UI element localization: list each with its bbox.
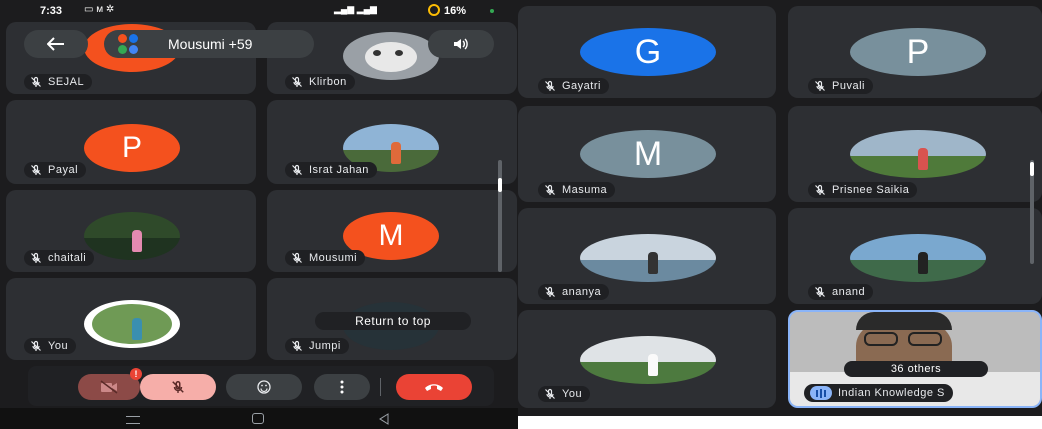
more-options-button[interactable] <box>314 374 370 400</box>
participant-tile[interactable]: Return to top Jumpi <box>267 278 517 360</box>
scrollbar-thumb[interactable] <box>1030 162 1034 176</box>
participants-label: Mousumi +59 <box>168 36 253 52</box>
mic-off-icon <box>31 164 41 175</box>
participant-avatars <box>114 33 144 55</box>
mic-off-icon <box>815 286 825 297</box>
mic-off-icon <box>815 184 825 195</box>
scrollbar[interactable] <box>498 160 502 272</box>
camera-toggle-button[interactable]: ! <box>78 368 142 400</box>
notification-icons: ▭ ᴍ ✲ <box>84 4 115 15</box>
name-label: chaitali <box>24 250 95 266</box>
name-label: ananya <box>538 284 610 300</box>
mic-off-icon <box>292 164 302 175</box>
end-call-button[interactable] <box>396 374 472 400</box>
name-label: Jumpi <box>285 338 349 354</box>
mic-off-icon <box>815 80 825 91</box>
control-bar: ! <box>28 366 494 406</box>
mic-off-icon <box>545 388 555 399</box>
participant-tile[interactable]: ananya <box>518 208 776 304</box>
name-label: anand <box>808 284 874 300</box>
avatar-photo <box>850 130 986 178</box>
mic-off-icon <box>292 76 302 87</box>
avatar: M <box>580 130 716 178</box>
participant-tile-video[interactable]: 36 others Indian Knowledge S <box>788 310 1042 408</box>
participants-chip[interactable]: Mousumi +59 <box>104 30 314 58</box>
name-label: SEJAL <box>24 74 93 90</box>
reactions-button[interactable] <box>226 374 302 400</box>
avatar-photo <box>84 212 180 260</box>
more-vert-icon <box>340 380 344 394</box>
back-arrow-icon <box>47 37 64 51</box>
name-label: Israt Jahan <box>285 162 377 178</box>
mic-off-icon <box>545 286 555 297</box>
avatar: G <box>580 28 716 76</box>
name-label: Puvali <box>808 78 873 94</box>
system-nav-bar <box>0 408 518 429</box>
others-count: 36 others <box>890 363 942 375</box>
name-label: You <box>538 386 591 402</box>
participant-tile[interactable]: You <box>6 278 256 360</box>
status-bar: 7:33 ▭ ᴍ ✲ ▂▄▆ ▂▄▆ 16% <box>0 0 518 22</box>
return-to-top-label: Return to top <box>355 314 431 328</box>
name-label: Mousumi <box>285 250 366 266</box>
name-label: Payal <box>24 162 87 178</box>
speaker-button[interactable] <box>428 30 494 58</box>
participant-tile[interactable]: Prisnee Saikia <box>788 106 1042 202</box>
name-label: Masuma <box>538 182 616 198</box>
avatar-photo <box>580 336 716 384</box>
avatar-photo <box>84 300 180 348</box>
end-call-icon <box>425 384 443 391</box>
back-button[interactable] <box>24 30 88 58</box>
left-screenshot: 7:33 ▭ ᴍ ✲ ▂▄▆ ▂▄▆ 16% S SEJAL Klirbon M… <box>0 0 518 429</box>
right-screenshot: G Gayatri P Puvali M Masuma Prisnee Saik… <box>518 0 1042 416</box>
recents-icon[interactable] <box>126 416 140 424</box>
battery-icon <box>428 4 440 16</box>
control-divider <box>380 378 381 396</box>
scrollbar-thumb[interactable] <box>498 178 502 192</box>
name-label: Prisnee Saikia <box>808 182 918 198</box>
others-badge[interactable]: 36 others <box>844 361 988 377</box>
avatar-photo <box>580 234 716 282</box>
participant-tile[interactable]: M Mousumi <box>267 190 517 272</box>
name-label: Indian Knowledge S <box>804 384 953 402</box>
mic-toggle-button[interactable] <box>140 374 216 400</box>
return-to-top-button[interactable]: Return to top <box>315 312 471 330</box>
participant-tile[interactable]: P Payal <box>6 100 256 184</box>
participant-tile[interactable]: Israt Jahan <box>267 100 517 184</box>
participant-tile[interactable]: anand <box>788 208 1042 304</box>
mic-off-icon <box>31 340 41 351</box>
mic-off-icon <box>545 184 555 195</box>
emoji-icon <box>257 380 271 394</box>
name-label: You <box>24 338 77 354</box>
avatar-photo <box>850 234 986 282</box>
battery-level: 16% <box>444 5 467 17</box>
participant-tile[interactable]: M Masuma <box>518 106 776 202</box>
speaker-icon <box>454 38 468 50</box>
participant-tile[interactable]: You <box>518 310 776 408</box>
camera-off-icon <box>100 380 118 394</box>
presenting-icon <box>810 386 832 400</box>
avatar: P <box>850 28 986 76</box>
mic-off-icon <box>545 80 555 91</box>
mic-off-icon <box>172 380 184 393</box>
mic-off-icon <box>31 76 41 87</box>
name-label: Klirbon <box>285 74 355 90</box>
name-label: Gayatri <box>538 78 609 94</box>
avatar: P <box>84 124 180 172</box>
home-icon[interactable] <box>252 413 264 424</box>
back-nav-icon[interactable] <box>378 413 390 425</box>
status-time: 7:33 <box>40 5 63 17</box>
participant-tile[interactable]: G Gayatri <box>518 6 776 98</box>
mic-off-icon <box>292 340 302 351</box>
signal-icons: ▂▄▆ ▂▄▆ <box>334 4 377 14</box>
battery-dot <box>490 9 494 13</box>
mic-off-icon <box>31 252 41 263</box>
participant-tile[interactable]: P Puvali <box>788 6 1042 98</box>
warning-badge: ! <box>130 368 142 380</box>
participant-tile[interactable]: chaitali <box>6 190 256 272</box>
avatar-photo <box>343 32 439 80</box>
mic-off-icon <box>292 252 302 263</box>
